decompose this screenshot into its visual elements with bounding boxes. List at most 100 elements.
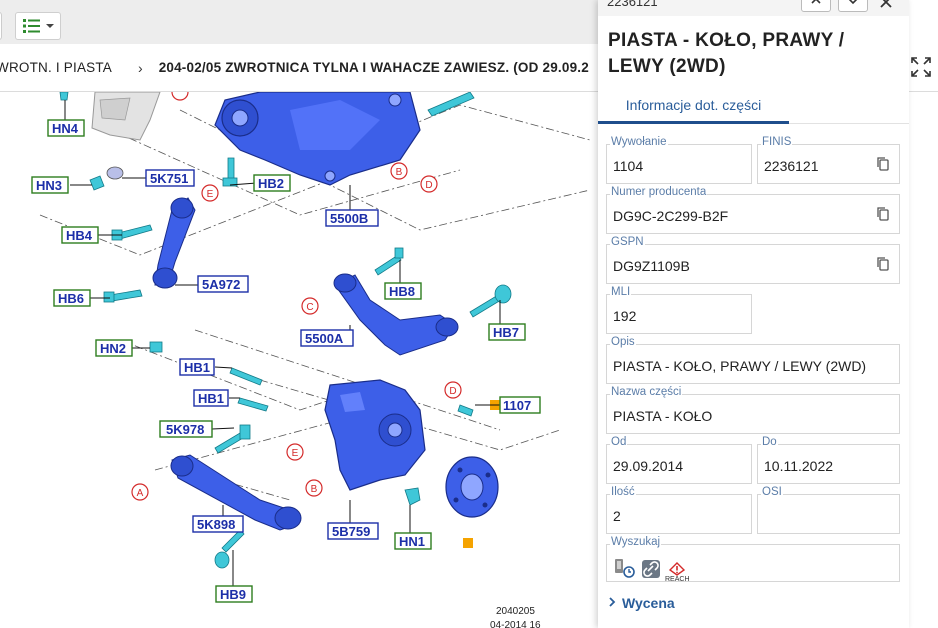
wheel-hub-1107-part	[445, 456, 499, 518]
callout-HB1-lower[interactable]: HB1	[193, 389, 229, 407]
chevron-right-icon	[608, 595, 616, 611]
callout-1107[interactable]: 1107	[499, 396, 541, 414]
chevron-down-icon	[847, 0, 859, 10]
field-mli: MLI 192	[606, 286, 752, 334]
field-label: Opis	[610, 336, 636, 349]
field-label: Wywołanie	[610, 136, 668, 149]
panel-up-button[interactable]	[801, 0, 831, 12]
field-value[interactable]: 1104	[613, 158, 643, 174]
pricing-section-toggle[interactable]: Wycena	[608, 595, 675, 611]
field-value[interactable]: 10.11.2022	[764, 458, 833, 474]
callout-HB8[interactable]: HB8	[384, 282, 422, 300]
field-description: Opis PIASTA - KOŁO, PRAWY / LEWY (2WD)	[606, 336, 900, 384]
field-label: Do	[761, 436, 778, 449]
svg-text:HB8: HB8	[389, 284, 415, 299]
field-value[interactable]: 29.09.2014	[613, 458, 683, 474]
callout-5500A[interactable]: 5500A	[300, 329, 354, 347]
diagram-footer-number: 2040205	[496, 606, 535, 617]
letter-B-lower: B	[311, 484, 318, 495]
panel-tab-bar: Informacje dot. części	[598, 88, 909, 124]
callout-HB6[interactable]: HB6	[53, 289, 91, 307]
svg-text:HB9: HB9	[220, 587, 246, 602]
copy-icon[interactable]	[875, 256, 891, 272]
callout-HN2[interactable]: HN2	[95, 339, 133, 357]
letter-B-top: B	[396, 167, 403, 178]
list-icon	[22, 18, 42, 34]
chevron-up-icon	[810, 0, 822, 10]
callout-5K978[interactable]: 5K978	[159, 420, 213, 438]
callout-HB4[interactable]: HB4	[61, 226, 99, 244]
chevron-down-icon	[45, 22, 55, 30]
diagram-canvas: E B D C D E A B 5K751 5500B 5A972 5500A …	[31, 92, 591, 628]
panel-header: 2236121	[598, 0, 909, 16]
svg-text:5A972: 5A972	[202, 277, 240, 292]
callout-5A972[interactable]: 5A972	[197, 275, 249, 293]
letter-A: A	[137, 488, 144, 499]
breadcrumb-item-hub[interactable]: WROTN. I PIASTA	[0, 60, 112, 75]
callout-HB2[interactable]: HB2	[253, 174, 291, 192]
knuckle-5500B-part	[214, 92, 421, 186]
callout-HB9[interactable]: HB9	[215, 585, 253, 603]
pricing-label: Wycena	[622, 595, 675, 611]
svg-text:5K898: 5K898	[197, 517, 235, 532]
field-wywolanie: Wywołanie 1104	[606, 136, 752, 184]
field-value[interactable]: PIASTA - KOŁO	[613, 408, 712, 424]
callout-HB7[interactable]: HB7	[488, 323, 526, 341]
callout-HN3[interactable]: HN3	[31, 176, 69, 194]
parts-search-icon[interactable]	[613, 557, 637, 584]
list-view-button[interactable]	[15, 12, 61, 40]
svg-text:5500A: 5500A	[305, 331, 344, 346]
svg-text:HB7: HB7	[493, 325, 519, 340]
field-finis: FINIS 2236121	[757, 136, 900, 184]
part-title: PIASTA - KOŁO, PRAWY / LEWY (2WD)	[608, 30, 845, 77]
panel-close-button[interactable]	[874, 0, 898, 14]
toolbar	[0, 0, 598, 44]
close-icon	[879, 0, 893, 14]
callout-HN1[interactable]: HN1	[394, 532, 432, 550]
breadcrumb-item-current: 204-02/05 ZWROTNICA TYLNA I WAHACZE ZAWI…	[158, 60, 589, 75]
breadcrumb-separator-icon: ›	[138, 59, 143, 76]
field-label: FINIS	[761, 136, 793, 149]
callout-5500B[interactable]: 5500B	[325, 209, 379, 227]
link-icon[interactable]	[641, 559, 661, 584]
field-label: OSI	[761, 486, 783, 499]
panel-down-button[interactable]	[838, 0, 868, 12]
fullscreen-button[interactable]	[908, 56, 934, 82]
callout-HB1-upper[interactable]: HB1	[179, 358, 215, 376]
letter-E-top: E	[207, 189, 214, 200]
reach-warning-icon[interactable]: REACH	[665, 562, 690, 584]
exploded-parts-diagram[interactable]: E B D C D E A B 5K751 5500B 5A972 5500A …	[0, 92, 598, 628]
svg-text:5K978: 5K978	[166, 422, 204, 437]
field-value[interactable]: 192	[613, 308, 636, 324]
field-value[interactable]: PIASTA - KOŁO, PRAWY / LEWY (2WD)	[613, 358, 866, 374]
callout-HN4[interactable]: HN4	[47, 119, 85, 137]
svg-text:HB4: HB4	[66, 228, 93, 243]
field-value[interactable]: DG9Z1109B	[613, 258, 690, 274]
svg-text:HN2: HN2	[100, 341, 126, 356]
callout-5K751[interactable]: 5K751	[145, 169, 195, 187]
field-gspn: GSPN DG9Z1109B	[606, 236, 900, 284]
callout-5B759[interactable]: 5B759	[327, 522, 379, 540]
callout-5K898[interactable]: 5K898	[192, 515, 244, 533]
field-value[interactable]: DG9C-2C299-B2F	[613, 208, 728, 224]
copy-icon[interactable]	[875, 156, 891, 172]
field-quantity: Ilość 2	[606, 486, 752, 534]
svg-text:HN1: HN1	[399, 534, 425, 549]
svg-text:HN4: HN4	[52, 121, 79, 136]
part-detail-panel: 2236121 PIASTA - KOŁO, PRAWY / LEWY (2WD…	[598, 0, 909, 628]
field-manufacturer-number: Numer producenta DG9C-2C299-B2F	[606, 186, 900, 234]
field-value[interactable]: 2	[613, 508, 621, 524]
copy-icon[interactable]	[875, 206, 891, 222]
tab-part-info[interactable]: Informacje dot. części	[598, 88, 789, 124]
field-label: Numer producenta	[610, 186, 708, 199]
svg-text:HB1: HB1	[184, 360, 210, 375]
letter-D-lower: D	[449, 386, 456, 397]
svg-text:HB6: HB6	[58, 291, 84, 306]
field-date-from: Od 29.09.2014	[606, 436, 752, 484]
field-date-to: Do 10.11.2022	[757, 436, 900, 484]
field-label: GSPN	[610, 236, 645, 249]
field-value[interactable]: 2236121	[764, 158, 819, 174]
toolbar-button-partial[interactable]	[0, 12, 2, 40]
svg-text:5500B: 5500B	[330, 211, 368, 226]
svg-text:5K751: 5K751	[150, 171, 188, 186]
